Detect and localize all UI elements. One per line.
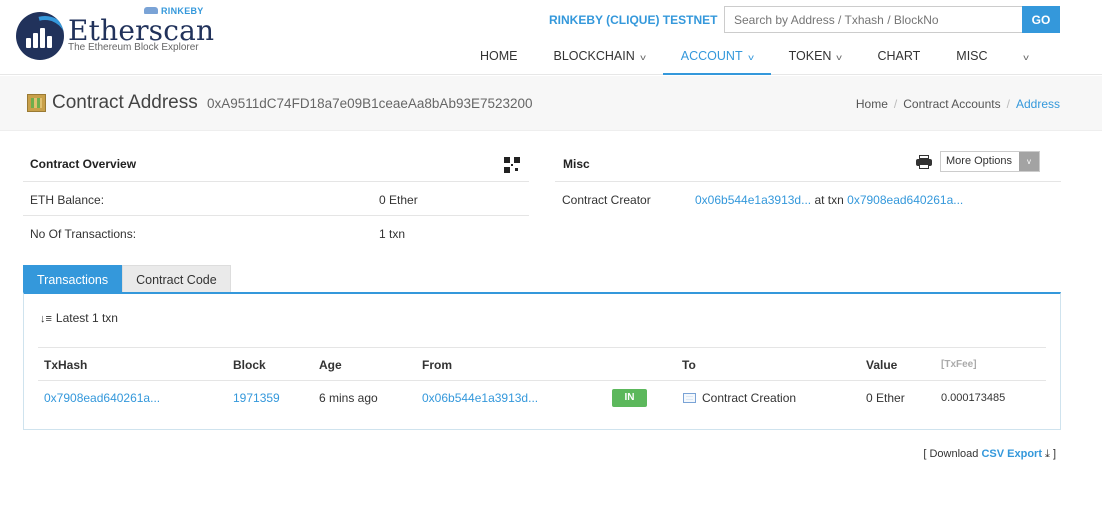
- nav-home-label: HOME: [480, 49, 518, 63]
- page-heading-bar: Contract Address 0xA9511dC74FD18a7e09B1c…: [0, 76, 1102, 131]
- download-icon[interactable]: ⤓: [1045, 448, 1050, 461]
- th-value: Value: [866, 358, 898, 372]
- tx-value: 0 Ether: [866, 391, 905, 405]
- th-to: To: [682, 358, 696, 372]
- contract-overview-heading: Contract Overview: [30, 157, 137, 171]
- nav-token-label: TOKEN: [788, 49, 832, 63]
- contract-icon: [27, 94, 46, 112]
- breadcrumb-contract-accounts[interactable]: Contract Accounts: [903, 97, 1000, 111]
- tx-hash-link[interactable]: 0x7908ead640261a...: [44, 391, 160, 405]
- direction-badge: IN: [612, 389, 647, 407]
- th-block: Block: [233, 358, 266, 372]
- breadcrumb-address: Address: [1015, 97, 1060, 111]
- th-age: Age: [319, 358, 342, 372]
- nav-misc[interactable]: MISC v: [938, 40, 1041, 75]
- th-txhash: TxHash: [44, 358, 88, 372]
- block-link[interactable]: 1971359: [233, 391, 280, 405]
- nav-account-label: ACCOUNT: [680, 49, 743, 63]
- site-header: Etherscan The Ethereum Block Explorer RI…: [0, 0, 1102, 75]
- latest-txn-summary: ↓≡ Latest 1 txn: [40, 311, 118, 325]
- caret-down-icon: v: [1019, 152, 1039, 171]
- nav-chart[interactable]: CHART: [859, 40, 938, 75]
- etherscan-logo-icon: [16, 12, 64, 60]
- transactions-table-header: TxHash Block Age From To Value [TxFee]: [38, 347, 1046, 381]
- chevron-down-icon: v: [836, 53, 843, 62]
- csv-export-link[interactable]: CSV Export: [981, 448, 1042, 460]
- printer-icon[interactable]: [916, 155, 932, 169]
- th-txfee: [TxFee]: [941, 359, 977, 370]
- search-go-button[interactable]: GO: [1022, 6, 1060, 33]
- tx-fee: 0.000173485: [941, 392, 1006, 404]
- nav-account[interactable]: ACCOUNT v: [662, 40, 771, 75]
- sort-icon: ↓≡: [40, 313, 52, 325]
- to-contract-creation: Contract Creation: [702, 391, 797, 405]
- creation-tx-link[interactable]: 0x7908ead640261a...: [847, 193, 963, 207]
- from-address-link[interactable]: 0x06b544e1a3913d...: [422, 391, 538, 405]
- nav-token[interactable]: TOKEN v: [771, 40, 860, 75]
- qr-code-icon[interactable]: [504, 157, 520, 173]
- contract-creator-row: Contract Creator 0x06b544e1a3913d... at …: [555, 181, 1061, 215]
- to-cell: Contract Creation: [683, 391, 796, 405]
- contract-doc-icon: [683, 393, 696, 403]
- breadcrumb: Home / Contract Accounts / Address: [855, 97, 1060, 111]
- nav-blockchain-label: BLOCKCHAIN: [553, 49, 635, 63]
- nav-misc-label: MISC: [956, 49, 988, 63]
- tab-transactions[interactable]: Transactions: [23, 265, 123, 293]
- nav-home[interactable]: HOME: [462, 40, 536, 75]
- rinkeby-car-icon: [144, 7, 158, 14]
- contract-address: 0xA9511dC74FD18a7e09B1ceaeAa8bAb93E75232…: [207, 96, 533, 111]
- search-input[interactable]: [724, 6, 1022, 33]
- eth-balance-value: 0 Ether: [379, 193, 418, 207]
- tab-bar: Transactions Contract Code: [23, 265, 231, 293]
- rinkeby-badge-label: RINKEBY: [161, 6, 204, 16]
- csv-export: [ Download CSV Export ⤓ ]: [923, 448, 1056, 461]
- eth-balance-row: ETH Balance: 0 Ether: [23, 181, 529, 215]
- tx-count-value: 1 txn: [379, 227, 406, 241]
- csv-prefix: [ Download: [923, 448, 979, 460]
- chevron-down-icon: v: [639, 53, 646, 62]
- page-title: Contract Address: [52, 92, 198, 113]
- tx-count-label: No Of Transactions:: [30, 227, 137, 241]
- latest-txn-label: Latest 1 txn: [55, 311, 118, 325]
- network-label: RINKEBY (CLIQUE) TESTNET: [549, 13, 718, 27]
- more-options-dropdown[interactable]: More Options v: [940, 151, 1040, 172]
- th-from: From: [422, 358, 452, 372]
- tab-contract-code[interactable]: Contract Code: [122, 265, 231, 293]
- nav-blockchain[interactable]: BLOCKCHAIN v: [536, 40, 663, 75]
- eth-balance-label: ETH Balance:: [30, 193, 105, 207]
- contract-creator-label: Contract Creator: [562, 193, 651, 207]
- nav-chart-label: CHART: [877, 49, 921, 63]
- chevron-down-icon: v: [747, 53, 754, 62]
- tx-count-row: No Of Transactions: 1 txn: [23, 215, 529, 249]
- breadcrumb-home[interactable]: Home: [856, 97, 888, 111]
- misc-heading: Misc: [563, 157, 590, 171]
- main-nav: HOME BLOCKCHAIN v ACCOUNT v TOKEN v CHART M…: [462, 40, 1042, 75]
- rinkeby-badge: RINKEBY: [144, 6, 204, 16]
- tx-age: 6 mins ago: [319, 391, 378, 405]
- etherscan-logo[interactable]: Etherscan The Ethereum Block Explorer RI…: [16, 6, 216, 62]
- csv-suffix: ]: [1052, 448, 1056, 460]
- brand-tagline: The Ethereum Block Explorer: [68, 42, 199, 53]
- more-options-label: More Options: [946, 155, 1013, 167]
- creator-address-link[interactable]: 0x06b544e1a3913d...: [695, 193, 811, 207]
- chevron-down-icon: v: [1022, 53, 1029, 62]
- at-txn-label: at txn: [814, 193, 844, 207]
